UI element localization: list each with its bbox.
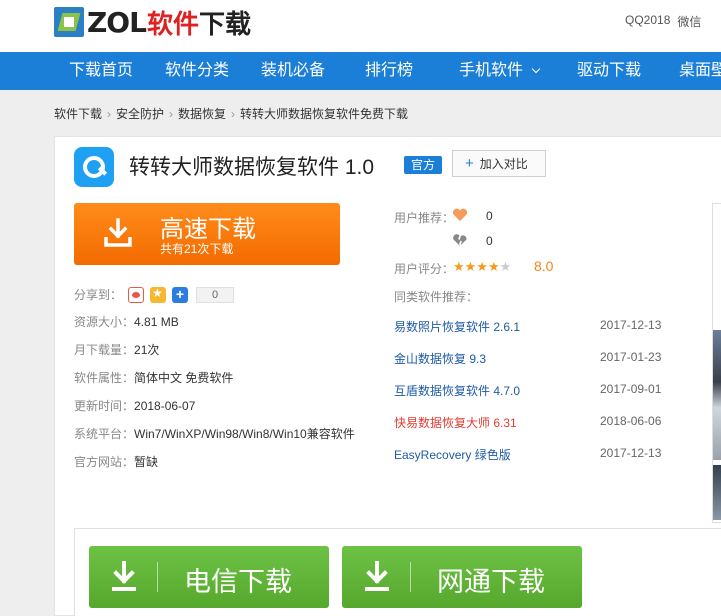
breadcrumb-item[interactable]: 安全防护 (116, 107, 164, 121)
share-count: 0 (196, 286, 235, 303)
similar-item-date: 2017-09-01 (600, 382, 662, 396)
plus-icon: + (465, 155, 474, 172)
info-value: Win7/WinXP/Win98/Win8/Win10兼容软件 (134, 427, 355, 441)
breadcrumb-sep-icon: › (107, 107, 112, 121)
nav-item-wallpaper[interactable]: 桌面壁 (679, 52, 721, 90)
fast-download-title: 高速下载 (160, 216, 256, 243)
info-key: 月下载量： (74, 343, 135, 357)
info-value: 21次 (134, 343, 160, 357)
breadcrumb-sep-icon: › (169, 107, 174, 121)
logo-cn-dark: 下载 (198, 9, 251, 40)
rating-score: 8.0 (534, 258, 554, 274)
logo-cn-text: 软件下载 (147, 4, 251, 41)
recommend-label: 用户推荐： (394, 211, 455, 225)
info-row-platform: 系统平台：Win7/WinXP/Win98/Win8/Win10兼容软件 (74, 425, 355, 442)
plus-icon[interactable]: + (172, 286, 189, 303)
netcom-download-button[interactable]: 网通下载 (342, 546, 582, 608)
similar-item-link[interactable]: 金山数据恢复 9.3 (394, 350, 486, 367)
breadcrumb-sep-icon: › (231, 107, 236, 121)
download-icon (104, 218, 132, 247)
info-row-updated: 更新时间：2018-06-07 (74, 397, 195, 414)
logo-cn-red: 软件 (146, 9, 199, 40)
score-label: 用户评分： (394, 262, 455, 276)
screenshot-thumb[interactable] (713, 465, 721, 520)
similar-label: 同类软件推荐： (394, 290, 479, 304)
app-logo-icon (74, 147, 114, 187)
nav-item-mobile[interactable]: 手机软件 (459, 52, 541, 90)
breadcrumb-item[interactable]: 数据恢复 (178, 107, 226, 121)
heart-icon[interactable] (452, 208, 468, 222)
share-label: 分享到： (74, 288, 123, 302)
zol-logo-icon (54, 7, 84, 37)
info-key: 资源大小： (74, 315, 135, 329)
info-row-size: 资源大小：4.81 MB (74, 313, 179, 330)
nav-item-drivers[interactable]: 驱动下载 (577, 52, 641, 90)
nav-item-category[interactable]: 软件分类 (165, 52, 229, 90)
info-value: 2018-06-07 (134, 399, 196, 413)
nav-item-ranking[interactable]: 排行榜 (365, 52, 413, 90)
info-value: 暂缺 (134, 455, 159, 469)
info-row-monthly: 月下载量：21次 (74, 341, 159, 358)
chevron-down-icon (531, 64, 541, 74)
top-header: ZOL 软件下载 QQ2018 微信 (0, 0, 721, 52)
fast-download-count: 共有21次下载 (160, 242, 234, 256)
broken-heart-icon[interactable] (452, 233, 468, 247)
info-value: 简体中文 免费软件 (134, 371, 234, 385)
info-key: 系统平台： (74, 427, 135, 441)
info-row-attr: 软件属性：简体中文 免费软件 (74, 369, 233, 386)
top-link-wechat[interactable]: 微信 (677, 13, 701, 30)
page-title: 转转大师数据恢复软件 1.0 (129, 156, 375, 179)
main-nav: 下载首页 软件分类 装机必备 排行榜 手机软件 驱动下载 桌面壁 (0, 52, 721, 90)
top-links: QQ2018 微信 (625, 13, 701, 30)
breadcrumb-current: 转转大师数据恢复软件免费下载 (240, 107, 409, 121)
telecom-download-label: 电信下载 (184, 567, 292, 597)
info-row-website: 官方网站：暂缺 (74, 453, 158, 470)
similar-item-link[interactable]: 互盾数据恢复软件 4.7.0 (394, 382, 520, 399)
similar-item-date: 2017-12-13 (600, 446, 662, 460)
breadcrumb-item[interactable]: 软件下载 (54, 107, 102, 121)
official-badge: 官方 (404, 156, 442, 174)
breadcrumb: 软件下载 › 安全防护 › 数据恢复 › 转转大师数据恢复软件免费下载 (54, 105, 408, 122)
logo-text: ZOL (87, 5, 147, 39)
similar-item-date: 2017-01-23 (600, 350, 662, 364)
star-off-icon: ★ (499, 259, 512, 274)
fast-download-button[interactable]: 高速下载 共有21次下载 (74, 203, 340, 265)
dislike-count: 0 (486, 234, 493, 248)
button-divider (157, 562, 158, 592)
info-key: 更新时间： (74, 399, 135, 413)
button-divider (410, 562, 411, 592)
similar-item-link[interactable]: EasyRecovery 绿色版 (394, 446, 511, 463)
similar-item-link[interactable]: 易数照片恢复软件 2.6.1 (394, 318, 520, 335)
rating-stars: ★★★★★ (453, 259, 511, 275)
add-compare-button[interactable]: + 加入对比 (452, 150, 546, 177)
qzone-icon[interactable] (150, 286, 167, 303)
site-logo[interactable]: ZOL 软件下载 (54, 4, 251, 40)
top-link-qq[interactable]: QQ2018 (625, 13, 670, 30)
similar-item-link[interactable]: 快易数据恢复大师 6.31 (394, 414, 517, 431)
telecom-download-button[interactable]: 电信下载 (89, 546, 329, 608)
nav-item-home[interactable]: 下载首页 (69, 52, 133, 90)
nav-item-essentials[interactable]: 装机必备 (261, 52, 325, 90)
netcom-download-label: 网通下载 (437, 567, 545, 597)
download-arrow-icon (112, 561, 136, 591)
info-key: 软件属性： (74, 371, 135, 385)
screenshot-thumb[interactable] (713, 330, 721, 460)
info-value: 4.81 MB (134, 315, 179, 329)
info-key: 官方网站： (74, 455, 135, 469)
similar-item-date: 2017-12-13 (600, 318, 662, 332)
weibo-icon[interactable] (128, 286, 145, 303)
add-compare-label: 加入对比 (479, 157, 528, 171)
share-bar: 分享到： + 0 (74, 286, 235, 303)
download-arrow-icon (365, 561, 389, 591)
star-on-icon: ★★★★ (453, 259, 500, 274)
similar-item-date: 2018-06-06 (600, 414, 662, 428)
like-count: 0 (486, 209, 493, 223)
nav-item-mobile-label: 手机软件 (459, 62, 524, 79)
